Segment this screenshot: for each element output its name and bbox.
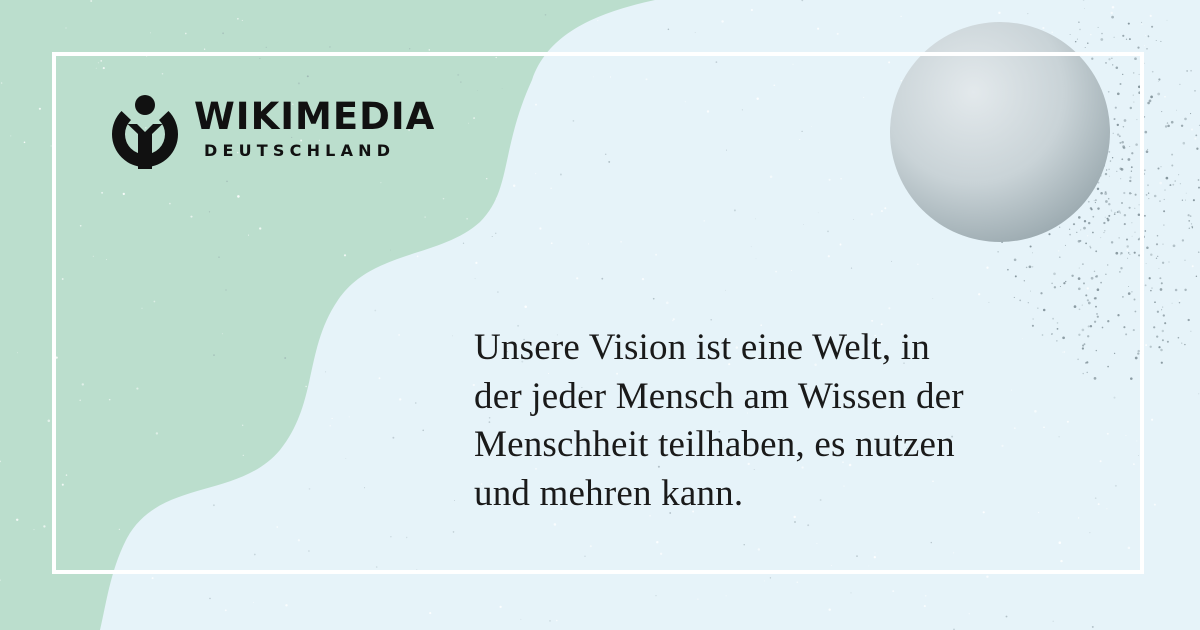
wikimedia-logo-icon — [112, 95, 178, 169]
quote-line: Menschheit teilhaben, es nutzen — [474, 424, 955, 465]
quote-line: und mehren kann. — [474, 472, 744, 514]
vision-quote: Unsere Vision ist eine Welt, in der jede… — [474, 324, 1114, 518]
quote-line: Unsere Vision ist eine Welt, in — [474, 327, 930, 368]
brand-name: WIKIMEDIA — [194, 95, 436, 138]
wikimedia-logo: WIKIMEDIA DEUTSCHLAND — [108, 94, 448, 174]
quote-line: der jeder Mensch am Wissen der — [474, 375, 964, 417]
brand-subtitle: DEUTSCHLAND — [204, 141, 396, 160]
